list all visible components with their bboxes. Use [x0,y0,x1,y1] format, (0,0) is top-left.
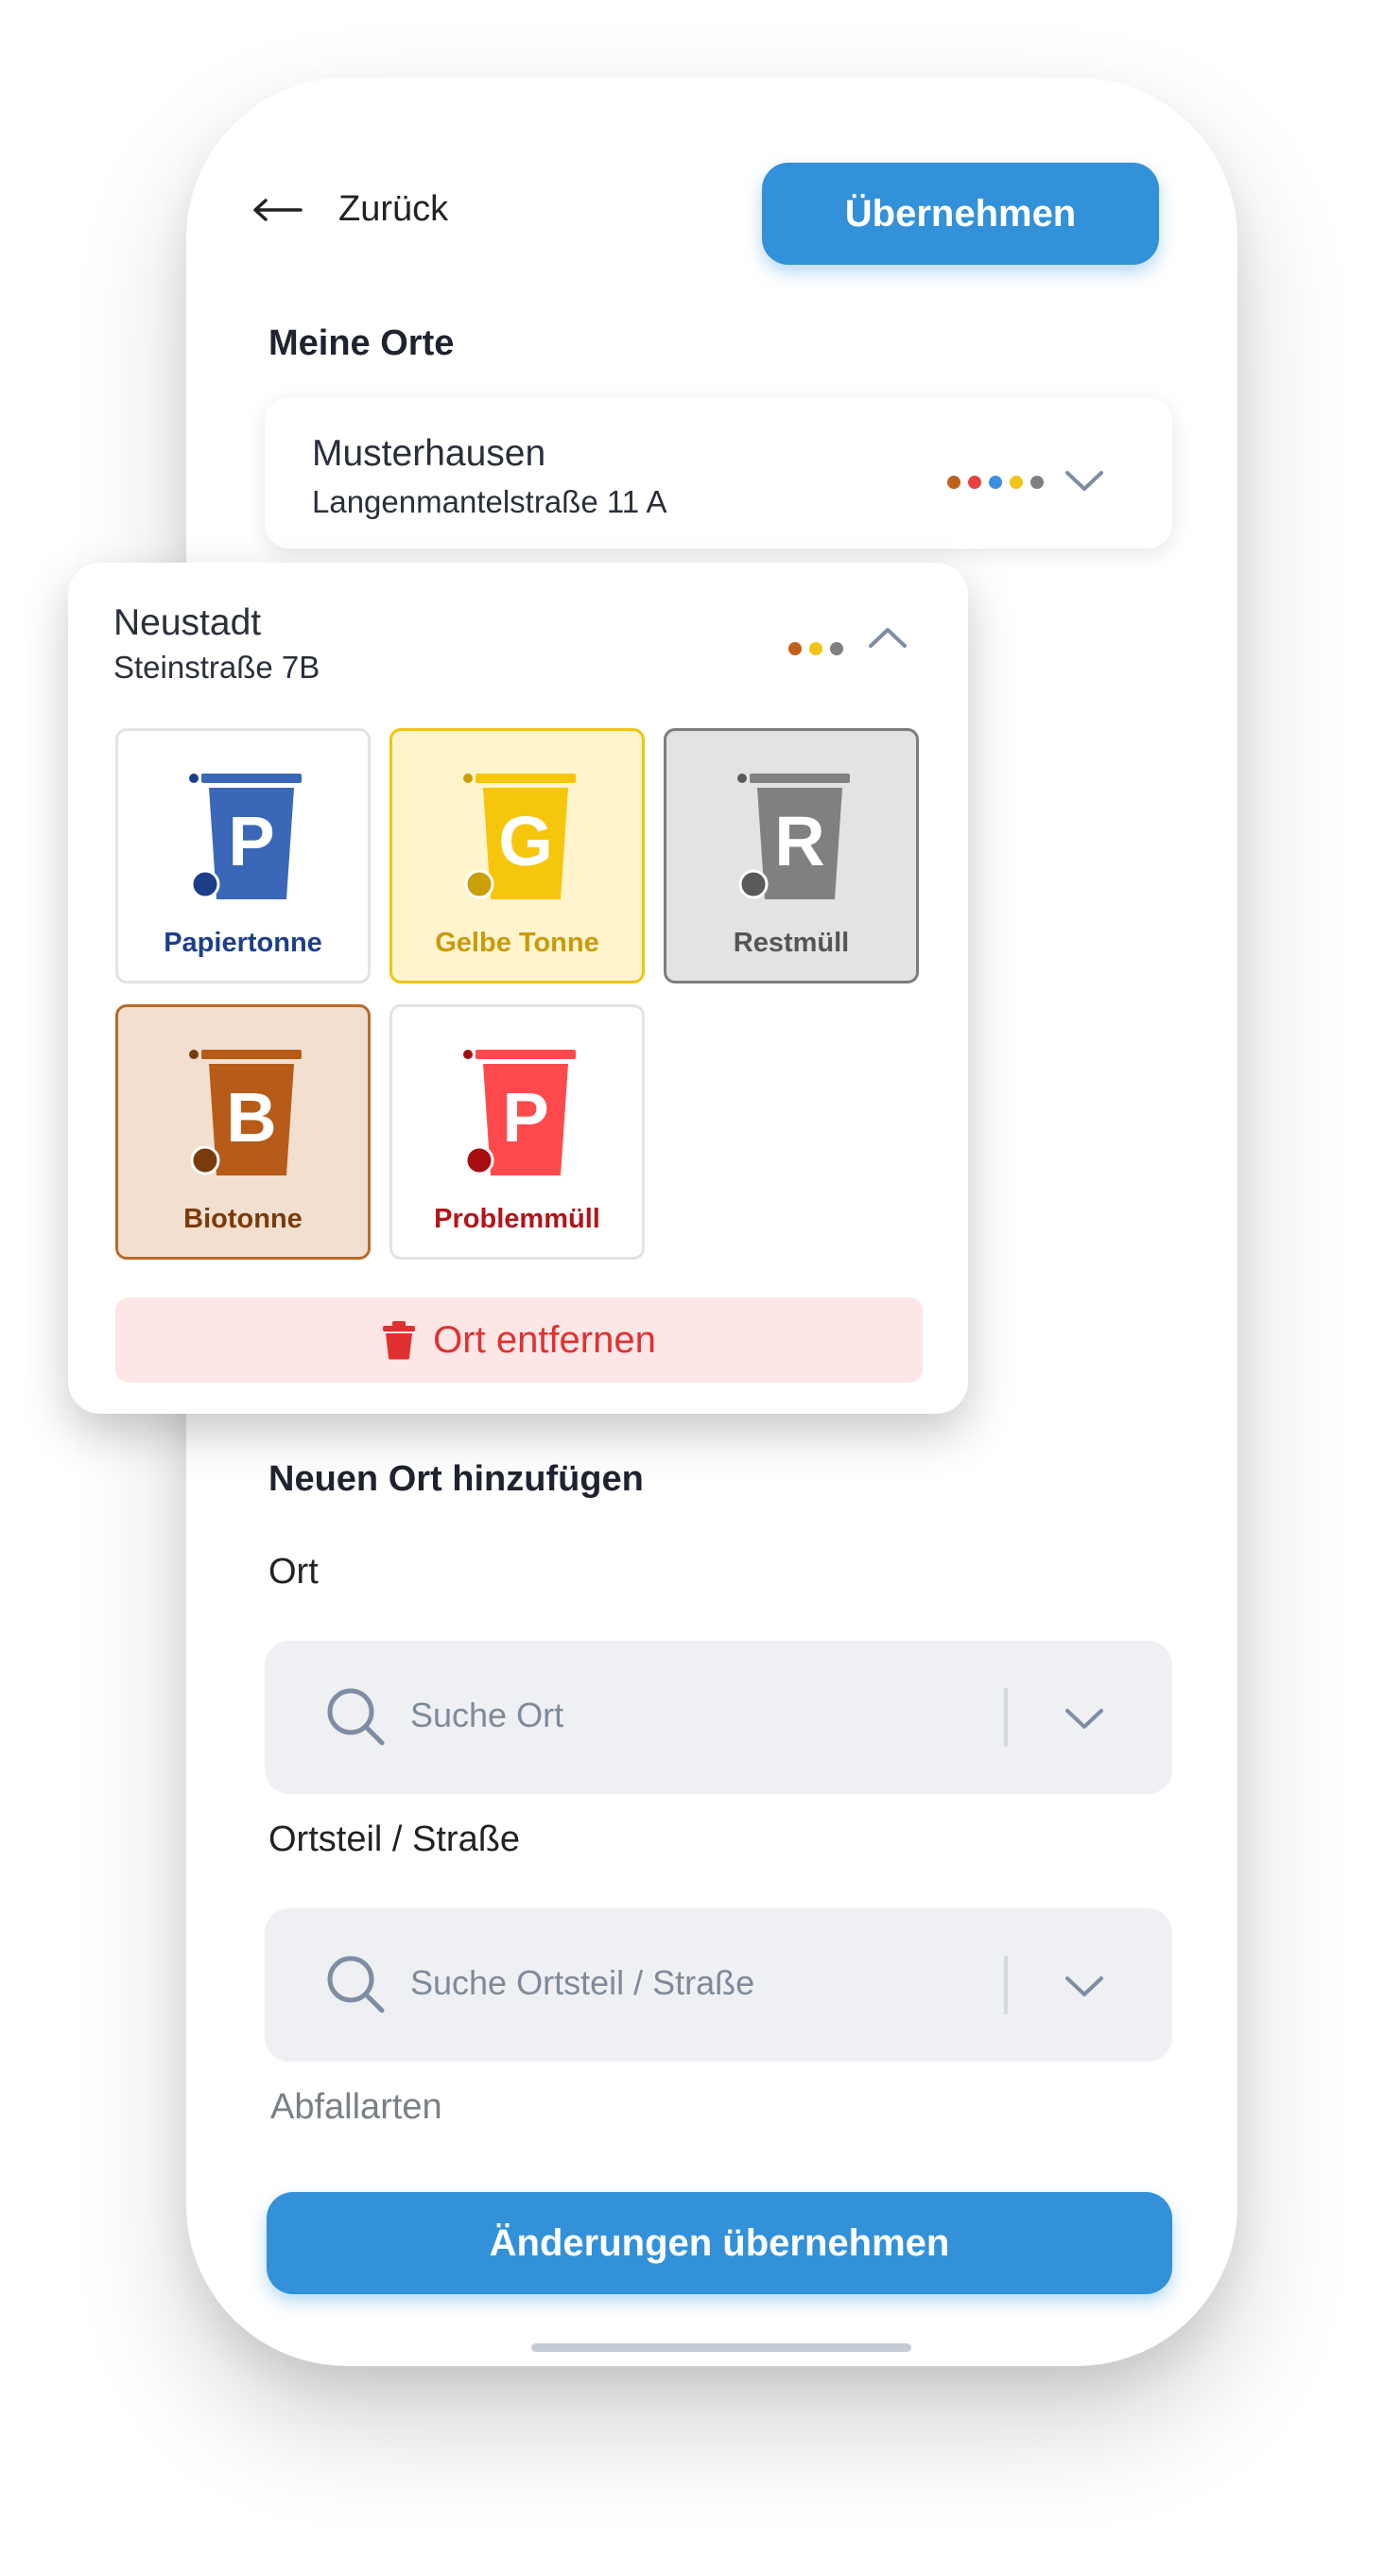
field-divider [1004,1688,1008,1747]
bin-label: Biotonne [183,1204,303,1234]
trash-icon [383,1321,416,1360]
waste-bin-icon: G [463,774,576,899]
chevron-down-icon[interactable] [1064,469,1104,494]
waste-types-label: Abfallarten [270,2087,442,2127]
place-card-musterhausen[interactable]: Musterhausen Langenmantelstraße 11 A [265,397,1172,548]
bin-tile[interactable]: P Papiertonne [115,728,371,983]
bin-letter: B [226,1078,276,1157]
apply-button[interactable]: Übernehmen [762,163,1159,265]
waste-dot [947,476,960,489]
add-place-title: Neuen Ort hinzufügen [268,1459,644,1499]
bin-letter: P [502,1078,548,1157]
waste-dot [809,642,822,655]
bin-grid: P Papiertonne G Gelbe Tonne R Restmüll B Bioton… [115,728,928,1260]
remove-label: Ort entfernen [433,1318,656,1361]
bin-label: Gelbe Tonne [435,928,599,958]
chevron-down-icon[interactable] [1064,1707,1104,1732]
bin-label: Restmüll [733,928,850,958]
search-icon [327,1688,385,1746]
waste-bin-icon: R [737,774,850,899]
back-label: Zurück [338,189,449,229]
apply-changes-button[interactable]: Änderungen übernehmen [267,2192,1172,2294]
waste-dot [989,476,1002,489]
waste-type-dots [947,476,1044,489]
waste-bin-icon: P [463,1050,576,1175]
waste-dot [1030,476,1044,489]
place-street: Steinstraße 7B [113,650,320,685]
place-card-neustadt-expanded: Neustadt Steinstraße 7B P Papiertonne G Gel… [68,563,968,1414]
bin-letter: G [498,802,553,880]
chevron-down-icon[interactable] [1064,1975,1104,1999]
waste-dot [788,642,802,655]
waste-bin-icon: P [189,774,302,899]
place-name: Musterhausen [312,433,546,474]
arrow-left-icon [253,198,303,221]
bin-letter: R [774,802,824,880]
bin-tile[interactable]: B Biotonne [115,1004,371,1260]
bin-tile[interactable]: R Restmüll [664,728,919,983]
place-name: Neustadt [113,602,262,643]
bin-tile[interactable]: P Problemmüll [389,1004,645,1260]
waste-type-dots [788,642,843,655]
bin-label: Papiertonne [164,928,322,958]
ort-label: Ort [268,1552,319,1592]
waste-dot [830,642,843,655]
street-placeholder: Suche Ortsteil / Straße [410,1963,755,2002]
street-search-field[interactable]: Suche Ortsteil / Straße [265,1908,1172,2062]
street-label: Ortsteil / Straße [268,1819,521,1859]
field-divider [1004,1956,1008,2014]
remove-place-button[interactable]: Ort entfernen [115,1297,923,1383]
bin-tile[interactable]: G Gelbe Tonne [389,728,645,983]
bin-letter: P [228,802,274,880]
waste-bin-icon: B [189,1050,302,1175]
my-places-title: Meine Orte [268,323,455,363]
waste-dot [968,476,981,489]
ort-search-field[interactable]: Suche Ort [265,1641,1172,1794]
bin-label: Problemmüll [434,1204,600,1234]
search-icon [327,1956,385,2013]
place-street: Langenmantelstraße 11 A [312,484,667,519]
waste-dot [1010,476,1023,489]
back-button[interactable]: Zurück [253,189,448,230]
chevron-up-icon[interactable] [868,625,908,650]
ort-placeholder: Suche Ort [410,1696,564,1734]
home-indicator [531,2343,911,2352]
